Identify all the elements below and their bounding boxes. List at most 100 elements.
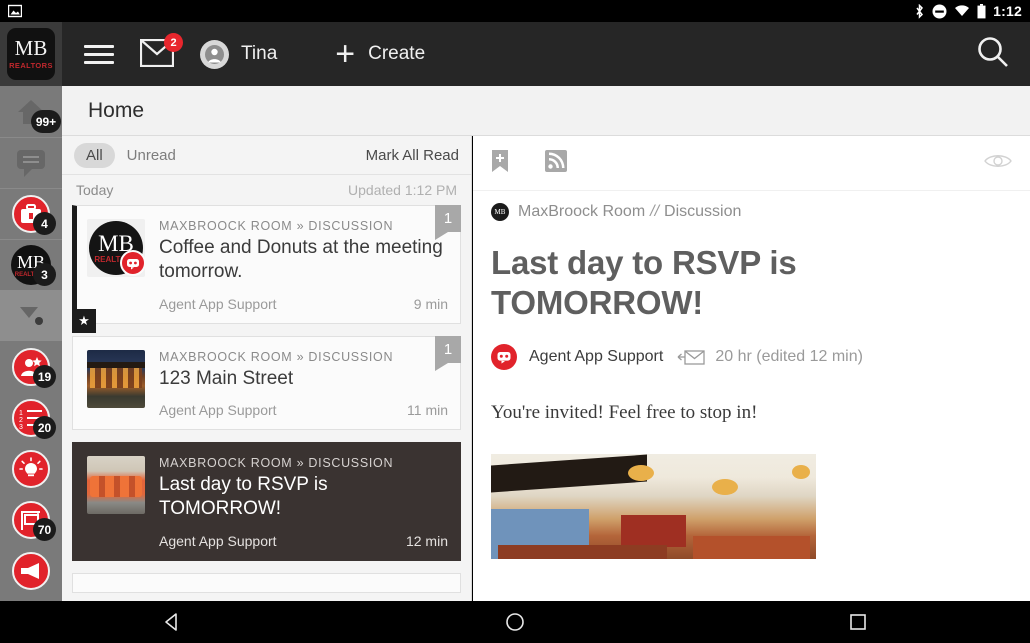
star-icon[interactable]: ★: [72, 308, 96, 333]
mb-realtors-icon: MB: [491, 203, 509, 221]
lightbulb-circle: [12, 449, 50, 488]
detail-toolbar: [473, 136, 1030, 191]
mark-all-read-button[interactable]: Mark All Read: [366, 147, 459, 164]
left-rail: 99+ 4 MB REALTORS 3 19 1 2 3 20 70: [0, 86, 62, 601]
status-bar-left: [8, 4, 22, 18]
person-icon: [205, 44, 224, 64]
battery-icon: [977, 3, 986, 19]
brand-logo[interactable]: MB REALTORS: [0, 22, 62, 86]
agent-support-avatar: [491, 344, 517, 371]
list-item-time: 11 min: [407, 401, 448, 418]
detail-title: Last day to RSVP is TOMORROW!: [491, 244, 797, 321]
unread-count-badge: 1: [435, 335, 461, 371]
list-item-title: Last day to RSVP is TOMORROW!: [159, 473, 328, 520]
sidebar-item-chat[interactable]: [0, 137, 62, 188]
sidebar-item-expand[interactable]: [0, 290, 62, 341]
dropdown-caret-icon: [20, 306, 43, 325]
eye-icon[interactable]: [984, 152, 1012, 175]
detail-author-name[interactable]: Agent App Support: [529, 348, 663, 366]
list-filter-bar: All Unread Mark All Read: [62, 136, 471, 175]
wifi-icon: [954, 4, 970, 18]
rss-feed-icon[interactable]: [545, 149, 567, 177]
updated-label: Updated 1:12 PM: [348, 182, 457, 198]
rail-badge-home: 99+: [31, 110, 61, 133]
chat-bubble-icon: [17, 150, 45, 177]
svg-text:3: 3: [19, 424, 23, 429]
breadcrumb-separator: //: [650, 203, 660, 220]
create-label: Create: [368, 43, 426, 64]
unread-count-badge: 1: [435, 205, 461, 240]
rail-badge-listings: 70: [33, 518, 56, 541]
breadcrumb[interactable]: MB MaxBroock Room // Discussion: [473, 191, 1030, 221]
sidebar-item-listings[interactable]: 70: [0, 494, 62, 545]
avatar[interactable]: [200, 39, 229, 69]
list-item-kicker: MAXBROOCK ROOM » DISCUSSION: [159, 455, 394, 470]
detail-pane: MB MaxBroock Room // Discussion Last day…: [473, 136, 1030, 601]
megaphone-circle: [12, 551, 50, 590]
envelope-icon: [139, 38, 175, 71]
list-item-kicker: MAXBROOCK ROOM » DISCUSSION: [159, 349, 394, 364]
rail-badge-mb: 3: [33, 263, 56, 286]
svg-text:2: 2: [19, 417, 23, 424]
detail-author-row: Agent App Support 20 hr (edited 12 min): [473, 322, 1030, 371]
list-item-meta: Agent App Support 12 min: [159, 533, 448, 549]
messages-button[interactable]: 2: [139, 33, 183, 71]
list-item-author: Agent App Support: [159, 401, 277, 418]
mail-badge: 2: [164, 33, 183, 52]
sidebar-item-announcements[interactable]: [0, 545, 62, 596]
list-item-author: Agent App Support: [159, 295, 277, 312]
house-photo-thumb: [87, 349, 145, 408]
filter-tab-unread[interactable]: Unread: [115, 143, 188, 168]
home-circle-icon[interactable]: [415, 612, 615, 632]
username-label[interactable]: Tina: [241, 43, 277, 65]
brand-logo-subtext: REALTORS: [9, 61, 53, 71]
list-item[interactable]: MAXBROOCK ROOM » DISCUSSION Last day to …: [72, 441, 461, 561]
sidebar-item-checklist[interactable]: 123 20: [0, 392, 62, 443]
restaurant-interior-photo[interactable]: [491, 454, 816, 560]
list-item-meta: Agent App Support 11 min: [159, 402, 448, 418]
list-item[interactable]: MB REALTORS MAXBROOCK ROOM » DISCUSSION C…: [72, 205, 461, 333]
page-header: Home: [62, 86, 1030, 136]
filter-tab-all[interactable]: All: [74, 142, 115, 168]
list-item-title: 123 Main Street: [159, 367, 294, 389]
list-item[interactable]: [72, 572, 461, 593]
android-status-bar: 1:12: [0, 0, 1030, 22]
status-bar-right: 1:12: [914, 3, 1022, 19]
bookmark-add-icon[interactable]: [491, 149, 509, 178]
sidebar-item-ideas[interactable]: [0, 443, 62, 494]
breadcrumb-section[interactable]: Discussion: [664, 203, 741, 221]
status-bar-clock: 1:12: [993, 3, 1022, 19]
back-triangle-icon[interactable]: [72, 612, 272, 632]
list-item-author: Agent App Support: [159, 532, 277, 549]
mb-logo-mark: MB REALTORS: [89, 221, 145, 276]
list-item-title: Coffee and Donuts at the meeting tomorro…: [159, 237, 443, 283]
plus-icon: +: [335, 35, 356, 73]
svg-text:1: 1: [19, 410, 23, 417]
list-item-time: 9 min: [413, 295, 448, 312]
sidebar-item-home[interactable]: 99+: [0, 86, 62, 137]
rail-badge-add-contact: 19: [33, 365, 56, 388]
list-item-kicker: MAXBROOCK ROOM » DISCUSSION: [159, 219, 394, 233]
brand-logo-text: MB: [14, 36, 48, 61]
list-date-row: Today Updated 1:12 PM: [62, 175, 471, 205]
rail-badge-briefcase: 4: [33, 212, 56, 235]
breadcrumb-room[interactable]: MaxBroock Room: [518, 203, 645, 221]
search-button[interactable]: [976, 35, 1010, 74]
sidebar-item-mb-realtors[interactable]: MB REALTORS 3: [0, 239, 62, 290]
room-photo-thumb: [87, 455, 145, 514]
recents-square-icon[interactable]: [758, 613, 958, 631]
reply-envelope-icon[interactable]: [677, 349, 705, 365]
sidebar-item-add-contact[interactable]: 19: [0, 341, 62, 392]
hamburger-icon[interactable]: [84, 39, 114, 69]
app-bar: MB REALTORS 2 Tina + Create: [0, 22, 1030, 86]
list-item[interactable]: MAXBROOCK ROOM » DISCUSSION 123 Main Str…: [72, 335, 461, 430]
page-title: Home: [88, 98, 145, 122]
detail-body-text: You're invited! Feel free to stop in!: [491, 402, 758, 424]
search-icon: [978, 36, 1008, 67]
sidebar-item-briefcase[interactable]: 4: [0, 188, 62, 239]
create-button[interactable]: + Create: [335, 37, 425, 71]
notification-list-column: All Unread Mark All Read Today Updated 1…: [62, 136, 472, 601]
date-label: Today: [76, 182, 114, 198]
app-root: 1:12 MB REALTORS 2 Tina + Create 99+ 4 M…: [0, 0, 1030, 643]
megaphone-icon: [21, 562, 39, 579]
